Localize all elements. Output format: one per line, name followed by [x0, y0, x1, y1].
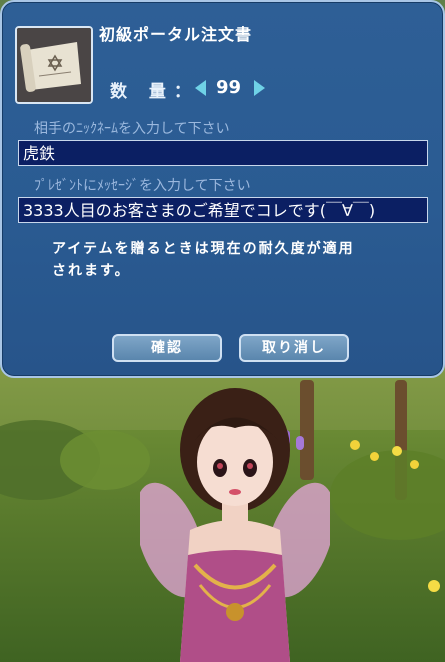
bush — [60, 430, 150, 490]
quantity-value: 99 — [216, 77, 242, 98]
confirm-button[interactable]: 確認 — [112, 334, 222, 362]
fairy-character — [140, 388, 330, 662]
yellow-flower — [392, 446, 402, 456]
message-label: ﾌﾟﾚｾﾞﾝﾄにﾒｯｾｰｼﾞを入力して下さい — [34, 178, 251, 194]
yellow-flower — [428, 580, 440, 592]
quantity-increase-button[interactable] — [254, 80, 265, 96]
durability-notice: アイテムを贈るときは現在の耐久度が適用 されます。 — [52, 238, 402, 282]
notice-line: アイテムを贈るときは現在の耐久度が適用 — [52, 241, 355, 257]
gift-dialog: 初級ポータル注文書 数 量： 99 相手のﾆｯｸﾈｰﾑを入力して下さい 虎鉄 ﾌ… — [0, 0, 445, 378]
quantity-decrease-button[interactable] — [195, 80, 206, 96]
scroll-icon — [17, 28, 91, 102]
quantity-label: 数 量： — [110, 82, 199, 102]
yellow-flower — [410, 460, 419, 469]
nickname-input[interactable]: 虎鉄 — [18, 140, 428, 166]
item-icon — [15, 26, 93, 104]
yellow-flower — [350, 440, 360, 450]
notice-line: されます。 — [52, 263, 131, 279]
item-name: 初級ポータル注文書 — [99, 25, 253, 44]
cancel-button[interactable]: 取り消し — [239, 334, 349, 362]
yellow-flower — [370, 452, 379, 461]
message-input[interactable]: 3333人目のお客さまのご希望でコレです(￣∀￣) — [18, 197, 428, 223]
nickname-label: 相手のﾆｯｸﾈｰﾑを入力して下さい — [34, 121, 230, 137]
